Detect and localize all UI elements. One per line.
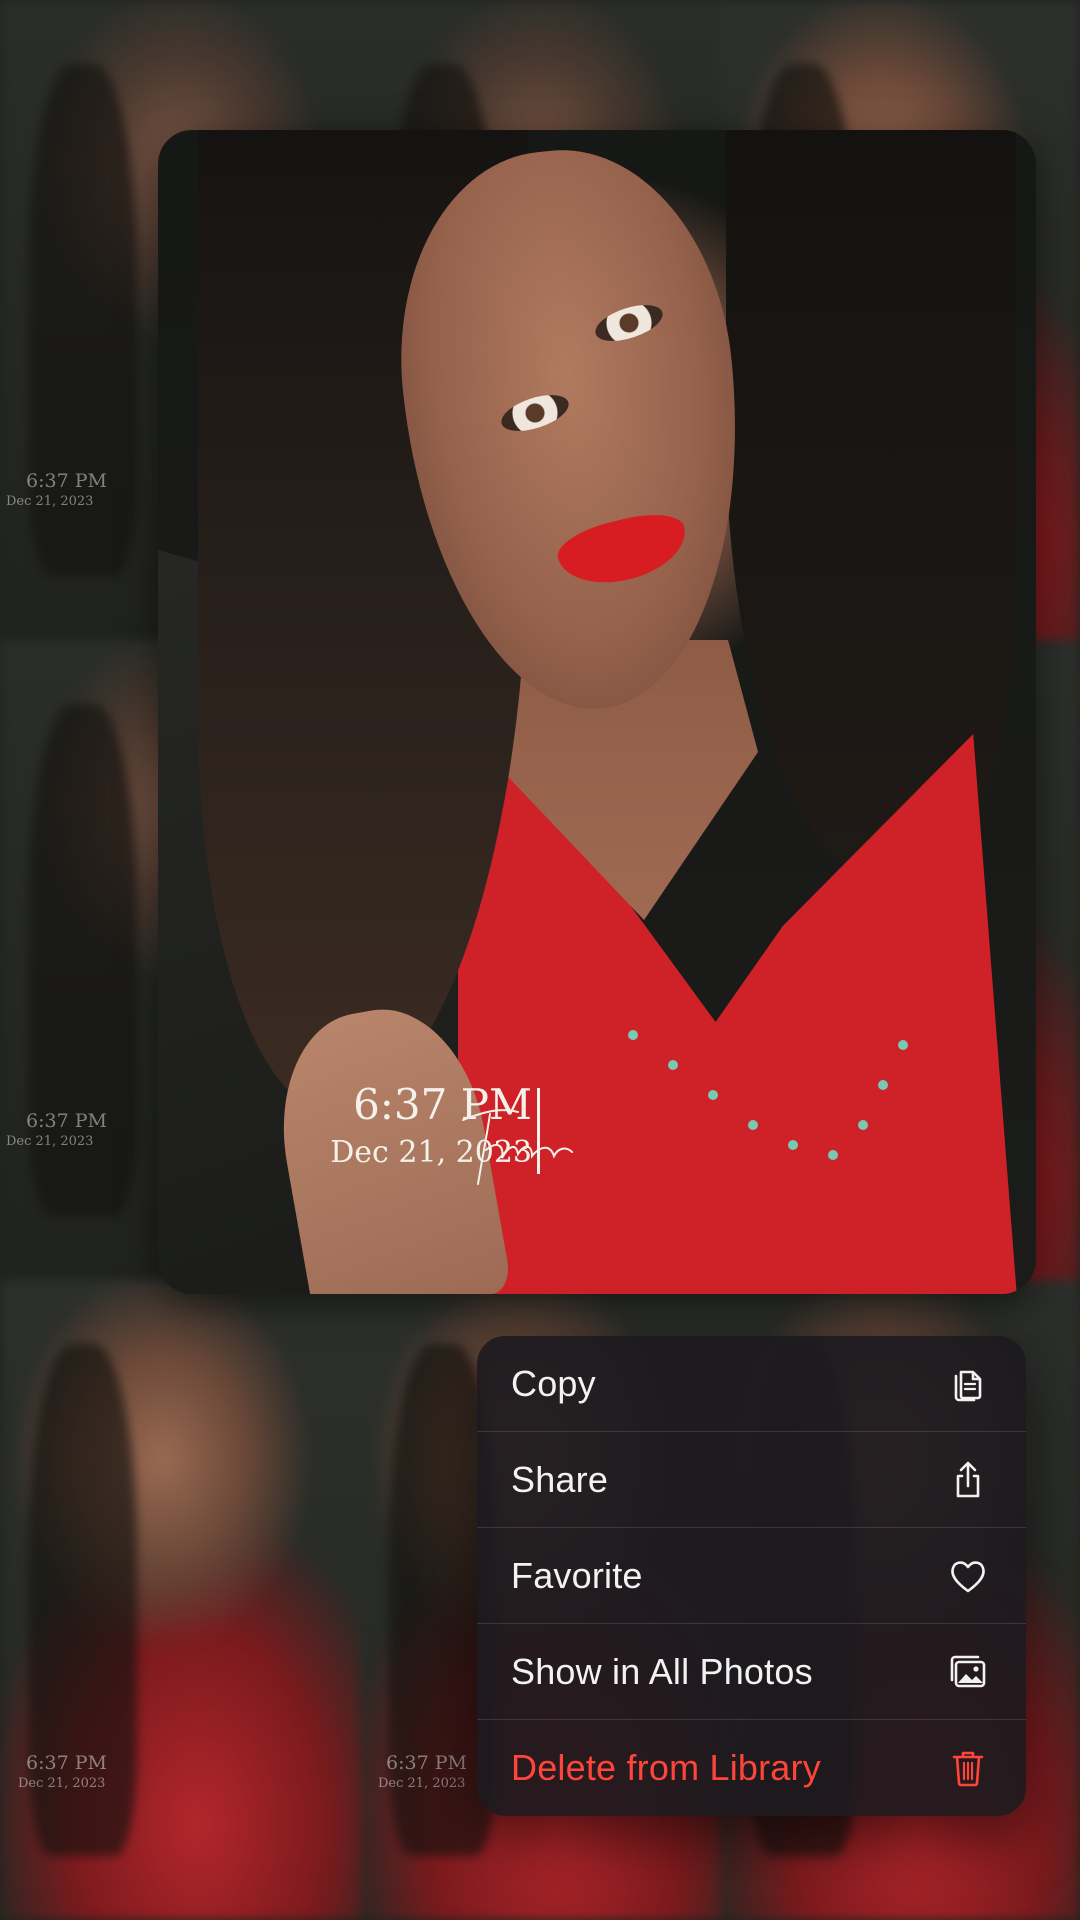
necklace-bead <box>858 1120 868 1130</box>
background-timestamp: 6:37 PM Dec 21, 2023 <box>18 1752 107 1792</box>
necklace-bead <box>788 1140 798 1150</box>
background-timestamp-date: Dec 21, 2023 <box>6 493 94 509</box>
necklace-bead <box>628 1030 638 1040</box>
necklace-bead <box>898 1040 908 1050</box>
menu-item-label: Favorite <box>511 1554 643 1596</box>
background-timestamp-date: Dec 21, 2023 <box>6 1133 94 1149</box>
background-timestamp: 6:37 PM Dec 21, 2023 <box>378 1752 467 1792</box>
photo-context-menu-screen: 6:37 PM Dec 21, 2023 6:37 PM Dec 21, 202… <box>0 0 1080 1920</box>
menu-item-show-in-all-photos[interactable]: Show in All Photos <box>477 1624 1026 1720</box>
necklace-bead <box>748 1120 758 1130</box>
necklace-bead <box>878 1080 888 1090</box>
menu-item-delete-from-library[interactable]: Delete from Library <box>477 1720 1026 1816</box>
background-timestamp-date: Dec 21, 2023 <box>378 1775 466 1791</box>
menu-item-favorite[interactable]: Favorite <box>477 1528 1026 1624</box>
background-timestamp: 6:37 PM Dec 21, 2023 <box>6 470 107 510</box>
background-timestamp-time: 6:37 PM <box>26 470 107 492</box>
menu-item-share[interactable]: Share <box>477 1432 1026 1528</box>
background-timestamp-time: 6:37 PM <box>26 1752 107 1774</box>
menu-item-label: Show in All Photos <box>511 1650 813 1692</box>
menu-item-label: Share <box>511 1458 609 1500</box>
necklace-bead <box>828 1150 838 1160</box>
necklace-bead <box>668 1060 678 1070</box>
photos-icon <box>946 1650 990 1694</box>
background-timestamp-time: 6:37 PM <box>26 1110 107 1132</box>
share-icon <box>946 1458 990 1502</box>
background-timestamp: 6:37 PM Dec 21, 2023 <box>6 1110 107 1150</box>
trash-icon <box>946 1746 990 1790</box>
background-timestamp-date: Dec 21, 2023 <box>18 1775 106 1791</box>
signature-mark <box>462 1109 573 1185</box>
background-timestamp-time: 6:37 PM <box>386 1752 467 1774</box>
heart-icon <box>946 1554 990 1598</box>
menu-item-label: Copy <box>511 1362 596 1404</box>
menu-item-copy[interactable]: Copy <box>477 1336 1026 1432</box>
background-thumbnail <box>0 1280 360 1920</box>
photo-preview[interactable]: 6:37 PM Dec 21, 2023 <box>158 130 1036 1294</box>
necklace-bead <box>708 1090 718 1100</box>
menu-item-label: Delete from Library <box>511 1747 821 1788</box>
photo-context-menu: Copy Share Favorite Show in All Photos D… <box>477 1336 1026 1816</box>
copy-icon <box>946 1362 990 1406</box>
